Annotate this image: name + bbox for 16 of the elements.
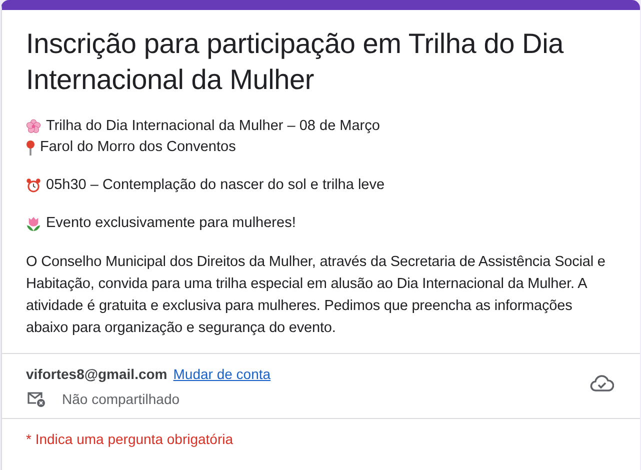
account-email: vifortes8@gmail.com [26, 366, 168, 382]
switch-account-link[interactable]: Mudar de conta [173, 366, 271, 382]
flower-icon [26, 119, 41, 134]
envelope-not-shared-icon [26, 390, 46, 408]
tulip-icon [26, 216, 41, 232]
cloud-check-icon [590, 374, 614, 392]
pin-icon [26, 140, 35, 156]
description-line: 05h30 – Contemplação do nascer do sol e trilha leve [46, 176, 385, 195]
form-title: Inscrição para participação em Trilha do Dia Internacional da Mulher [26, 27, 565, 97]
sharing-status: Não compartilhado [62, 391, 180, 407]
description-line: Farol do Morro dos Conventos [40, 138, 236, 157]
description-line: Evento exclusivamente para mulheres! [46, 214, 296, 233]
description-paragraph: O Conselho Municipal dos Direitos da Mulher, através da Secretaria de Assistência Social e Habitação, convida para uma trilha especial em alusão ao Dia Internacional da Mulher. A atividade é gratuita e exclusiva para mulheres. Pedimos que preencha as informações abaixo para organização e segurança do evento. [26, 253, 606, 338]
description-line: Trilha do Dia Internacional da Mulher – 08 de Março [46, 117, 380, 136]
required-note: * Indica uma pergunta obrigatória [25, 430, 234, 449]
alarm-clock-icon [26, 178, 41, 193]
